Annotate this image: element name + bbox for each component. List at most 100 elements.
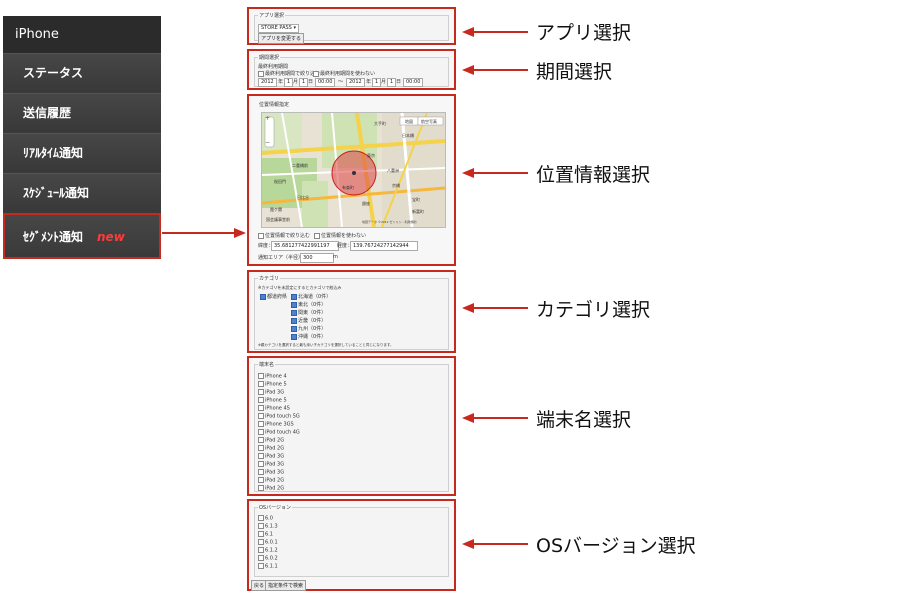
device-item[interactable]: iPad 2G <box>258 437 284 444</box>
longitude-input[interactable]: 139.76724277142944 <box>350 241 418 251</box>
month-label: 月 <box>293 79 299 85</box>
map-view[interactable]: 地図 航空写真 + − 大手町 二重橋前 東京 日比谷 有楽町 銀座 京橋 八重… <box>261 112 446 228</box>
os-item[interactable]: 6.1.1 <box>258 563 278 570</box>
device-item[interactable]: iPad 3G <box>258 389 284 396</box>
callout-app-select: アプリ選択 <box>536 22 632 44</box>
year-label: 年 <box>366 79 372 85</box>
sidebar-item-status[interactable]: ステータス <box>3 53 161 91</box>
category-item[interactable]: 九州（0件） <box>291 325 326 332</box>
map-label: 国会議事堂前 <box>266 217 290 222</box>
app-select[interactable]: STORE PASS ▾ <box>258 24 299 33</box>
os-select-panel: OSバージョン 6.0 6.1.3 6.1 6.0.1 6.1.2 6.0.2 … <box>247 499 456 591</box>
device-legend: 端末名 <box>258 361 276 368</box>
sidebar-item-label: ステータス <box>23 66 84 80</box>
map-label: 有楽町 <box>342 185 354 190</box>
category-item[interactable]: 近畿（0件） <box>291 317 326 324</box>
annotation-arrow-right <box>162 228 246 238</box>
device-item[interactable]: iPad 3G <box>258 461 284 468</box>
os-item[interactable]: 6.1.3 <box>258 523 278 530</box>
month-label: 月 <box>381 79 387 85</box>
sidebar-item-label: ﾘｱﾙﾀｲﾑ通知 <box>23 146 84 160</box>
category-legend: カテゴリ <box>258 275 281 282</box>
location-no-filter-option[interactable]: 位置情報を使わない <box>314 232 366 239</box>
callout-location-select: 位置情報選択 <box>536 164 651 186</box>
radius-input[interactable]: 300 <box>300 253 334 263</box>
device-item[interactable]: iPod touch 5G <box>258 413 300 420</box>
change-app-button[interactable]: アプリを変更する <box>258 33 305 44</box>
callout-os-select: OSバージョン選択 <box>536 535 696 557</box>
map-label: 二重橋前 <box>292 163 308 168</box>
category-item[interactable]: 北海道（0件） <box>291 293 331 300</box>
map-type-map-button[interactable]: 地図 <box>405 119 413 125</box>
device-item[interactable]: iPad 3G <box>258 469 284 476</box>
os-item[interactable]: 6.0 <box>258 515 273 522</box>
category-all-checkbox[interactable]: 都道府県 <box>260 293 287 300</box>
end-time-select[interactable]: 00:00 <box>403 78 424 87</box>
location-filter-option[interactable]: 位置情報で絞り込む <box>258 232 310 239</box>
radius-label: 通知エリア（半径）： <box>258 255 306 261</box>
map-type-satellite-button[interactable]: 航空写真 <box>421 119 437 125</box>
sidebar-item-label: ｽｹｼﾞｭｰﾙ通知 <box>23 186 90 200</box>
map-label: 霞ケ関 <box>270 207 282 212</box>
radius-unit: m <box>333 254 338 260</box>
year-label: 年 <box>278 79 284 85</box>
device-item[interactable]: iPod touch 4G <box>258 429 300 436</box>
callout-category-select: カテゴリ選択 <box>536 299 651 321</box>
start-time-select[interactable]: 00:00 <box>315 78 336 87</box>
sidebar-item-segment[interactable]: ｾｸﾞﾒﾝﾄ通知 new <box>3 213 161 259</box>
end-month-select[interactable]: 1 <box>372 78 382 87</box>
map-copyright: 地図データ ©2012 ゼンリン - 利用規約 <box>362 220 417 224</box>
period-no-filter-option[interactable]: 最終利用期間を使わない <box>313 70 375 77</box>
start-month-select[interactable]: 1 <box>284 78 294 87</box>
annotation-arrow-left <box>462 27 528 37</box>
device-item[interactable]: iPad 2G <box>258 477 284 484</box>
device-item[interactable]: iPad 2G <box>258 485 284 492</box>
map-label: 八重洲 <box>387 168 399 173</box>
device-item[interactable]: iPad 2G <box>258 445 284 452</box>
device-item[interactable]: iPhone 4S <box>258 405 290 412</box>
search-button[interactable]: 指定条件で検索 <box>265 580 307 591</box>
location-legend: 位置情報指定 <box>258 101 291 108</box>
app-select-panel: アプリ選択 STORE PASS ▾ アプリを変更する <box>247 7 456 45</box>
annotation-arrow-left <box>462 539 528 549</box>
sidebar-item-schedule[interactable]: ｽｹｼﾞｭｰﾙ通知 <box>3 173 161 211</box>
os-legend: OSバージョン <box>258 504 293 511</box>
map-label: 日本橋 <box>402 133 414 138</box>
annotation-arrow-left <box>462 303 528 313</box>
map-label: 宝町 <box>412 197 420 202</box>
category-caption: ※カテゴリを未設定にするとカテゴリで絞込み <box>258 285 342 290</box>
device-item[interactable]: iPhone 4 <box>258 373 287 380</box>
zoom-out-icon[interactable]: − <box>265 139 270 146</box>
map-label: 銀座 <box>362 201 370 206</box>
map-label: 新富町 <box>412 209 424 214</box>
map-label: 日比谷 <box>297 195 309 200</box>
os-item[interactable]: 6.1.2 <box>258 547 278 554</box>
device-item[interactable]: iPad 3G <box>258 453 284 460</box>
sidebar-item-history[interactable]: 送信履歴 <box>3 93 161 131</box>
app-select-value: STORE PASS <box>261 25 292 31</box>
end-year-select[interactable]: 2012 <box>346 78 365 87</box>
map-label: 京橋 <box>392 183 400 188</box>
callout-device-select: 端末名選択 <box>536 409 632 431</box>
os-item[interactable]: 6.0.2 <box>258 555 278 562</box>
device-item[interactable]: iPhone 5 <box>258 381 287 388</box>
os-item[interactable]: 6.0.1 <box>258 539 278 546</box>
end-day-select[interactable]: 1 <box>387 78 397 87</box>
category-item[interactable]: 関東（0件） <box>291 309 326 316</box>
sidebar-item-label: ｾｸﾞﾒﾝﾄ通知 <box>23 230 84 244</box>
category-select-panel: カテゴリ ※カテゴリを未設定にするとカテゴリで絞込み 都道府県 北海道（0件） … <box>247 270 456 353</box>
start-day-select[interactable]: 1 <box>299 78 309 87</box>
start-year-select[interactable]: 2012 <box>258 78 277 87</box>
category-item[interactable]: 沖縄（0件） <box>291 333 326 340</box>
day-label: 日 <box>396 79 402 85</box>
device-item[interactable]: iPhone 3GS <box>258 421 294 428</box>
map-label: 東京 <box>367 153 375 158</box>
period-separator: 〜 <box>338 79 344 85</box>
category-item[interactable]: 東北（0件） <box>291 301 326 308</box>
device-item[interactable]: iPhone 5 <box>258 397 287 404</box>
latitude-input[interactable]: 35.681277422991197 <box>271 241 339 251</box>
sidebar-item-realtime[interactable]: ﾘｱﾙﾀｲﾑ通知 <box>3 133 161 171</box>
os-item[interactable]: 6.1 <box>258 531 273 538</box>
period-filter-option[interactable]: 最終利用期間で絞り込む <box>258 70 320 77</box>
zoom-in-icon[interactable]: + <box>265 115 270 122</box>
